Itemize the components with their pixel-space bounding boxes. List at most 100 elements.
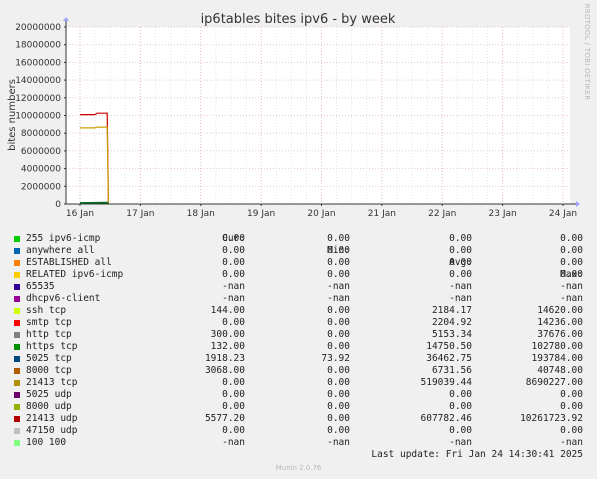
legend-cur: 0.00 <box>222 389 245 400</box>
legend-label: http tcp <box>26 329 72 340</box>
legend-row: 47150 udp 0.00 0.00 0.00 0.00 <box>0 425 597 437</box>
y-tick-label: 18000000 <box>15 41 61 51</box>
legend-min: 0.00 <box>327 377 350 388</box>
chart-title: ip6tables bites ipv6 - by week <box>201 12 396 27</box>
legend-swatch <box>14 320 20 326</box>
legend-label: ESTABLISHED all <box>26 257 112 268</box>
legend-swatch <box>14 236 20 242</box>
legend-avg: 6731.56 <box>431 365 472 376</box>
legend-row: dhcpv6-client -nan -nan -nan -nan <box>0 293 597 305</box>
legend-cur: 0.00 <box>222 269 245 280</box>
legend-header-row: Cur: Min: Avg: Max: <box>0 221 597 280</box>
legend-swatch <box>14 380 20 386</box>
legend-label: 47150 udp <box>26 425 78 436</box>
legend-max: 0.00 <box>560 257 583 268</box>
legend-swatch <box>14 248 20 254</box>
legend-avg: -nan <box>449 293 472 304</box>
legend-row: 21413 udp 5577.20 0.00 607782.46 10261723.92 <box>0 413 597 425</box>
legend-cur: 0.00 <box>222 257 245 268</box>
legend-max: 0.00 <box>560 233 583 244</box>
y-tick-label: 16000000 <box>15 58 61 68</box>
x-tick-label: 24 Jan <box>549 209 577 219</box>
legend-label: 5025 tcp <box>26 353 72 364</box>
legend-max: 14620.00 <box>537 305 583 316</box>
legend-min: 0.00 <box>327 305 350 316</box>
legend-cur: -nan <box>222 281 245 292</box>
legend-min: 0.00 <box>327 425 350 436</box>
legend-cur: 1918.23 <box>204 353 245 364</box>
legend-label: dhcpv6-client <box>26 293 101 304</box>
legend-cur: 5577.20 <box>204 413 245 424</box>
legend-label: RELATED ipv6-icmp <box>26 269 124 280</box>
legend-cur: 0.00 <box>222 317 245 328</box>
legend-max: 40748.00 <box>537 365 583 376</box>
legend-min: 0.00 <box>327 257 350 268</box>
legend-row: 21413 tcp 0.00 0.00 519039.44 8690227.00 <box>0 377 597 389</box>
x-tick-label: 18 Jan <box>187 209 215 219</box>
legend-swatch <box>14 344 20 350</box>
legend-avg: 607782.46 <box>420 413 472 424</box>
legend-cur: 144.00 <box>210 305 245 316</box>
legend-cur: 0.00 <box>222 401 245 412</box>
legend-max: 0.00 <box>560 401 583 412</box>
legend-label: 5025 udp <box>26 389 72 400</box>
legend-max: -nan <box>560 293 583 304</box>
legend-swatch <box>14 440 20 446</box>
legend-avg: 36462.75 <box>426 353 472 364</box>
legend-label: 8000 udp <box>26 401 72 412</box>
legend-avg: 0.00 <box>449 233 472 244</box>
legend-avg: 0.00 <box>449 389 472 400</box>
legend-label: smtp tcp <box>26 317 72 328</box>
legend-row: anywhere all 0.00 0.00 0.00 0.00 <box>0 245 597 257</box>
legend-cur: 0.00 <box>222 245 245 256</box>
legend-avg: -nan <box>449 437 472 448</box>
legend-row: 8000 tcp 3068.00 0.00 6731.56 40748.00 <box>0 365 597 377</box>
y-tick-label: 8000000 <box>21 129 61 139</box>
legend-min: 0.00 <box>327 245 350 256</box>
y-axis-arrow <box>63 17 69 21</box>
legend-avg: 519039.44 <box>420 377 472 388</box>
legend-min: 0.00 <box>327 341 350 352</box>
legend-cur: 0.00 <box>222 425 245 436</box>
x-tick-label: 23 Jan <box>489 209 517 219</box>
y-tick-label: 20000000 <box>15 23 61 33</box>
legend-row: 5025 udp 0.00 0.00 0.00 0.00 <box>0 389 597 401</box>
legend-row: 65535 -nan -nan -nan -nan <box>0 281 597 293</box>
legend-min: -nan <box>327 293 350 304</box>
legend-row: 255 ipv6-icmp 0.00 0.00 0.00 0.00 <box>0 233 597 245</box>
legend-cur: -nan <box>222 293 245 304</box>
y-tick-label: 6000000 <box>21 147 61 157</box>
legend-avg: 0.00 <box>449 401 472 412</box>
legend-swatch <box>14 416 20 422</box>
legend-label: 21413 udp <box>26 413 78 424</box>
y-tick-label: 10000000 <box>15 112 61 122</box>
legend-swatch <box>14 404 20 410</box>
legend-min: -nan <box>327 437 350 448</box>
legend-row: ESTABLISHED all 0.00 0.00 0.00 0.00 <box>0 257 597 269</box>
legend-cur: 3068.00 <box>204 365 245 376</box>
legend-cur: 0.00 <box>222 233 245 244</box>
legend-cur: 132.00 <box>210 341 245 352</box>
legend-swatch <box>14 308 20 314</box>
legend-max: 0.00 <box>560 389 583 400</box>
legend-label: 21413 tcp <box>26 377 78 388</box>
legend-row: RELATED ipv6-icmp 0.00 0.00 0.00 0.00 <box>0 269 597 281</box>
legend-swatch <box>14 428 20 434</box>
legend-label: 100 100 <box>26 437 67 448</box>
legend-min: 0.00 <box>327 389 350 400</box>
legend-swatch <box>14 284 20 290</box>
legend-max: 102780.00 <box>531 341 583 352</box>
legend-max: 10261723.92 <box>520 413 583 424</box>
legend-min: 0.00 <box>327 401 350 412</box>
legend-row: 5025 tcp 1918.23 73.92 36462.75 193784.00 <box>0 353 597 365</box>
legend-avg: -nan <box>449 281 472 292</box>
legend-row: 8000 udp 0.00 0.00 0.00 0.00 <box>0 401 597 413</box>
legend-max: -nan <box>560 281 583 292</box>
legend-label: 65535 <box>26 281 55 292</box>
legend-min: 0.00 <box>327 365 350 376</box>
legend-avg: 14750.50 <box>426 341 472 352</box>
legend-min: 0.00 <box>327 269 350 280</box>
chart: 0 2000000 4000000 6000000 8000000 10000000 120… <box>7 4 591 219</box>
legend-avg: 2204.92 <box>431 317 472 328</box>
last-update: Last update: Fri Jan 24 14:30:41 2025 <box>371 449 583 460</box>
